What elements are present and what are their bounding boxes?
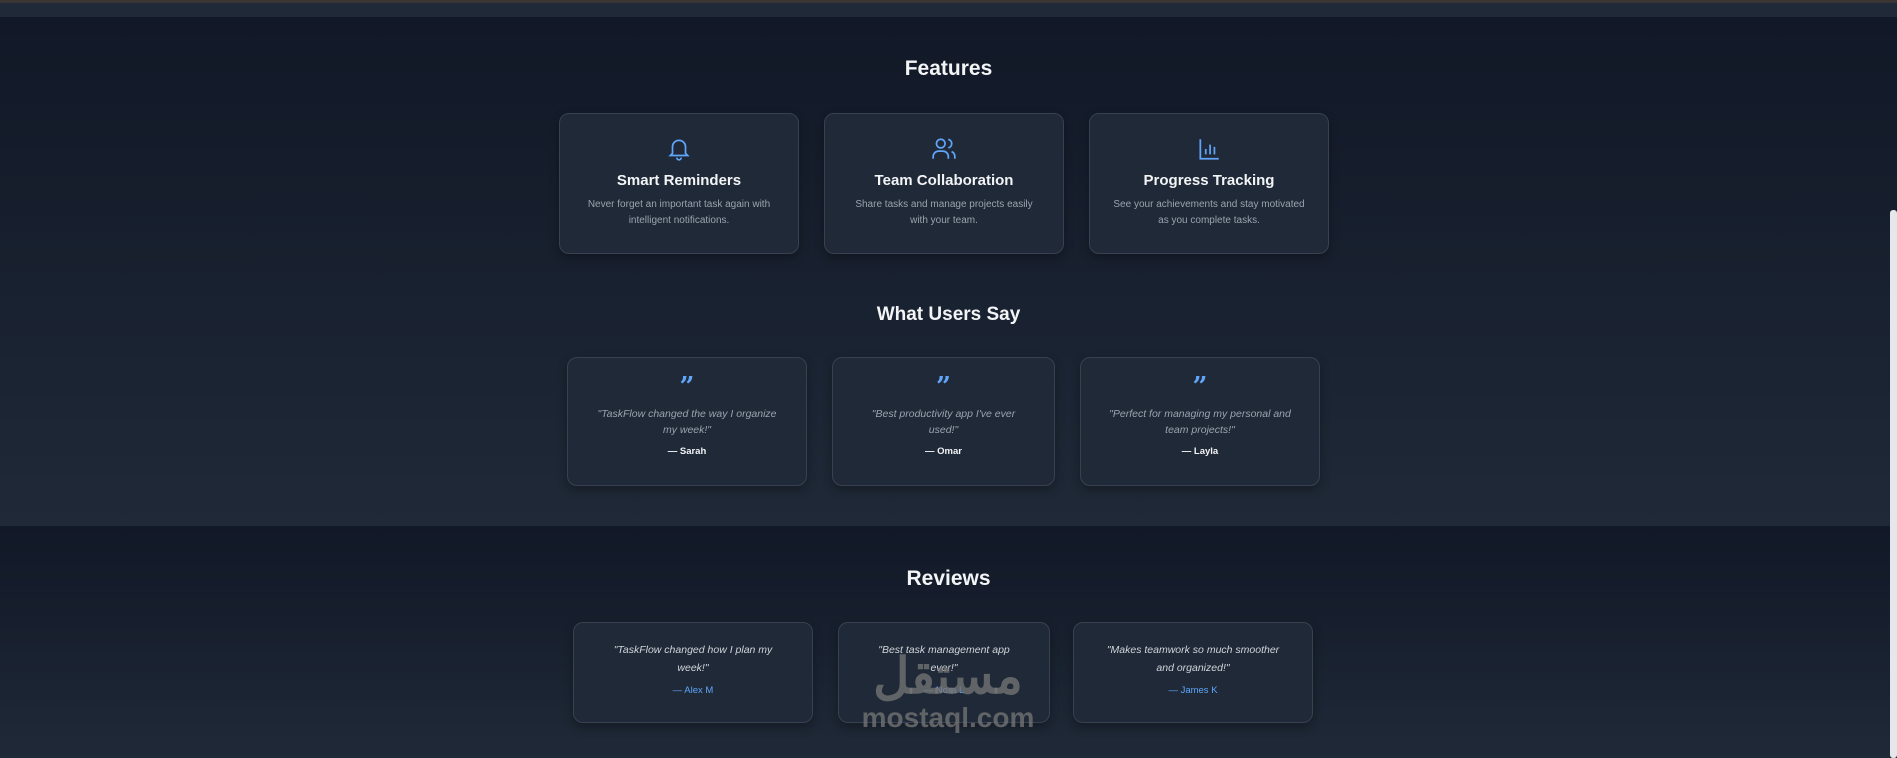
quote-icon: ” [679, 372, 695, 402]
review-author: — Alex M [672, 685, 714, 696]
testimonial-author: — Layla [1181, 446, 1219, 457]
quote-icon: ” [1192, 372, 1208, 402]
testimonial-author: — Omar [925, 446, 962, 457]
testimonial-card: ” "TaskFlow changed the way I organize m… [567, 357, 807, 486]
testimonials-title: What Users Say [876, 304, 1021, 325]
features-title: Features [904, 57, 993, 80]
testimonial-quote: "Best productivity app I've ever used!" [871, 408, 1016, 436]
review-quote: "Best task management app ever!" [878, 644, 1010, 674]
feature-card-team-collaboration: Team Collaboration Share tasks and manag… [824, 113, 1064, 254]
testimonial-quote: "TaskFlow changed the way I organize my … [597, 408, 777, 436]
review-quote: "TaskFlow changed how I plan my week!" [613, 644, 773, 674]
feature-card-smart-reminders: Smart Reminders Never forget an importan… [559, 113, 799, 254]
testimonial-quote: "Perfect for managing my personal and te… [1109, 408, 1291, 436]
feature-title: Progress Tracking [1143, 172, 1275, 189]
top-bar [0, 3, 1897, 17]
quote-icon: ” [936, 372, 951, 402]
bell-icon [668, 139, 690, 161]
feature-title: Smart Reminders [616, 172, 742, 189]
scrollbar[interactable] [1890, 210, 1897, 758]
review-card: "TaskFlow changed how I plan my week!" —… [573, 622, 813, 723]
feature-title: Team Collaboration [874, 172, 1014, 189]
testimonial-card: ” "Best productivity app I've ever used!… [832, 357, 1055, 486]
bar-chart-icon [1199, 139, 1219, 160]
feature-desc: See your achievements and stay motivated… [1113, 199, 1305, 226]
feature-card-progress-tracking: Progress Tracking See your achievements … [1089, 113, 1329, 254]
review-card: "Best task management app ever!" — Nora … [838, 622, 1050, 723]
review-card: "Makes teamwork so much smoother and org… [1073, 622, 1313, 723]
review-author: — James K [1168, 685, 1218, 696]
testimonial-card: ” "Perfect for managing my personal and … [1080, 357, 1320, 486]
review-quote: "Makes teamwork so much smoother and org… [1106, 644, 1280, 674]
review-author: — Nora L [923, 685, 965, 696]
users-icon [932, 138, 956, 159]
testimonial-author: — Sarah [667, 446, 707, 457]
feature-desc: Never forget an important task again wit… [587, 199, 771, 226]
feature-desc: Share tasks and manage projects easily w… [855, 199, 1033, 226]
reviews-title: Reviews [906, 567, 991, 590]
